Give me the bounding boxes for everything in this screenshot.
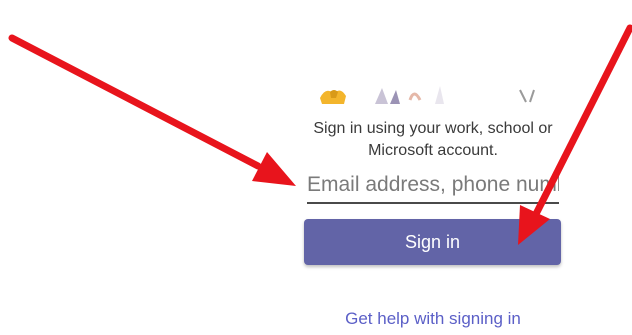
people-illustration [300,84,560,104]
sign-in-button-label: Sign in [404,231,461,252]
teams-signin-screen: Sign in using your work, school or Micro… [0,0,632,335]
signin-prompt: Sign in using your work, school or Micro… [313,120,553,159]
red-arrow-icon [8,34,296,186]
email-field[interactable] [307,168,559,204]
sign-in-button[interactable]: Sign in [304,219,561,265]
help-signing-in-link[interactable]: Get help with signing in [300,309,566,329]
